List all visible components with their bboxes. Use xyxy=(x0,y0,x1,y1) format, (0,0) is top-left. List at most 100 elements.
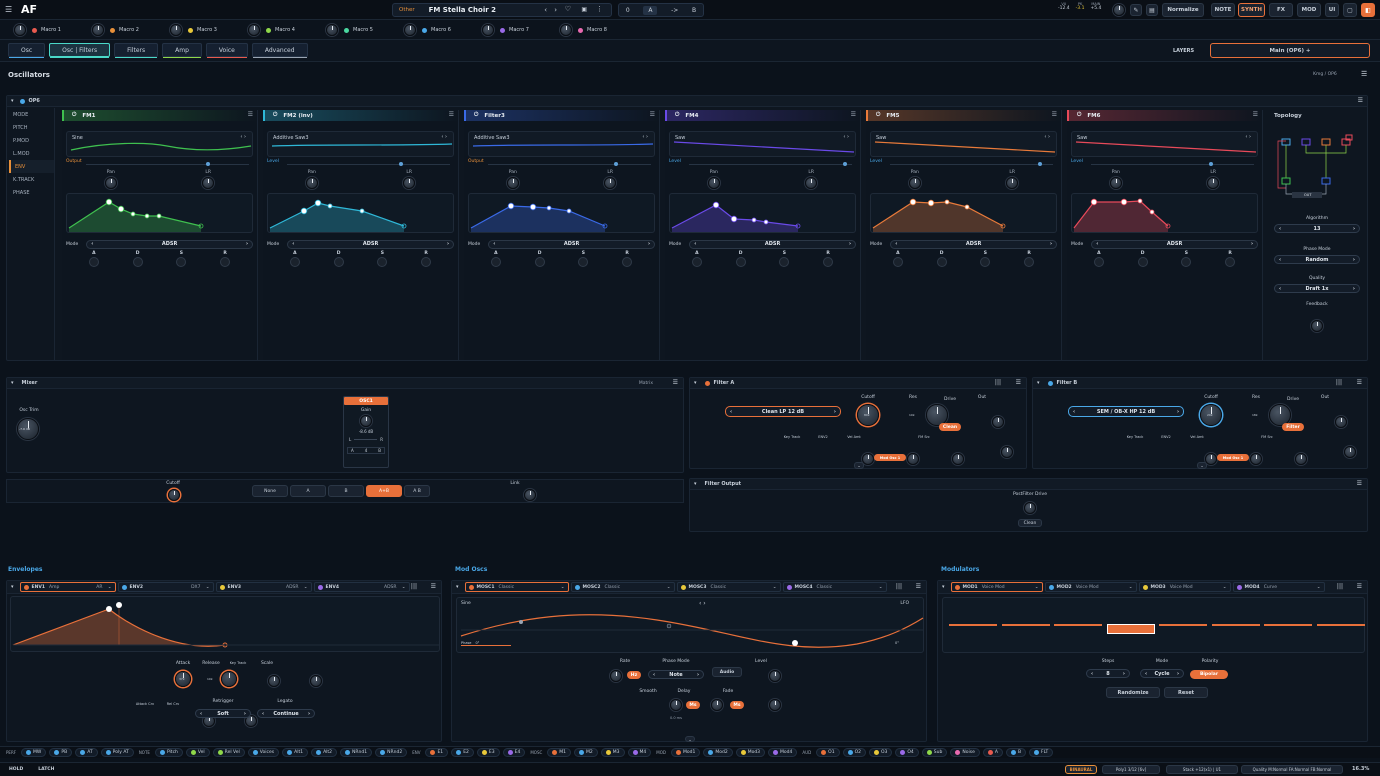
tab-chevron-icon[interactable]: ⌄ xyxy=(1223,585,1227,590)
operator-menu-icon[interactable]: ☰ xyxy=(449,111,454,118)
tab-osc[interactable]: Osc xyxy=(8,43,46,58)
window-icon[interactable]: ▢ xyxy=(1343,3,1357,17)
macro-4[interactable]: Macro 4 xyxy=(248,24,326,36)
operator-header[interactable]: ⏻ FM2 (inv) ☰ xyxy=(263,110,458,121)
pan-knob[interactable] xyxy=(707,177,720,189)
mod-source-mod4[interactable]: Mod4 xyxy=(768,748,798,757)
mode-note-button[interactable]: NOTE xyxy=(1211,3,1235,17)
ab-send[interactable]: A4B xyxy=(347,447,385,454)
mod-source-mod1[interactable]: Mod1 xyxy=(670,748,701,757)
postfilter-drive-knob[interactable] xyxy=(1024,502,1036,514)
level-slider[interactable]: Output xyxy=(468,159,655,169)
sidebar-item-phase[interactable]: PHASE xyxy=(9,186,54,199)
lr-knob[interactable] xyxy=(202,177,215,189)
filter-b-collapse-icon[interactable]: ▾ xyxy=(1037,380,1040,386)
level-handle[interactable] xyxy=(843,162,847,166)
level-handle[interactable] xyxy=(399,162,403,166)
adsr-knob[interactable] xyxy=(289,257,300,267)
tab-chevron-icon[interactable]: ⌄ xyxy=(206,585,210,590)
mod-source-mod2[interactable]: Mod2 xyxy=(703,748,733,757)
lr-knob[interactable] xyxy=(805,177,818,189)
pan-knob[interactable] xyxy=(506,177,519,189)
tab-amp[interactable]: Amp xyxy=(162,43,202,58)
envelopes-tab-3[interactable]: ENV3 ADSR ⌄ xyxy=(215,582,312,592)
step-bar[interactable] xyxy=(1159,624,1207,626)
macro-5[interactable]: Macro 5 xyxy=(326,24,404,36)
mod-source-o2[interactable]: O2 xyxy=(842,748,866,757)
operator-menu-icon[interactable]: ☰ xyxy=(851,111,856,118)
waveform-nav-icon[interactable]: ‹ › xyxy=(1245,134,1251,140)
macro-2[interactable]: Macro 2 xyxy=(92,24,170,36)
power-icon[interactable]: ⏻ xyxy=(474,112,478,119)
prev-preset-icon[interactable]: ‹ xyxy=(544,6,547,14)
filter-b-velamt-knob[interactable] xyxy=(1294,453,1307,465)
modulators-tab-3[interactable]: MOD3 Voice Mod ⌄ xyxy=(1138,582,1231,592)
adsr-knob[interactable] xyxy=(1181,257,1192,267)
operator-menu-icon[interactable]: ☰ xyxy=(1253,111,1258,118)
power-icon[interactable]: ⏻ xyxy=(1077,112,1081,119)
envelopes-tab-1[interactable]: ENV1 Amp AR ⌄ xyxy=(19,582,116,592)
level-handle[interactable] xyxy=(1209,162,1213,166)
mod-source-o3[interactable]: O3 xyxy=(868,748,893,757)
filter-b-drive-mode[interactable]: Filter xyxy=(1282,423,1304,431)
tab-osc-filters[interactable]: Osc | Filters xyxy=(49,43,111,58)
mixer-mode[interactable]: Matrix xyxy=(639,381,653,386)
adsr-knob[interactable] xyxy=(823,257,834,267)
envelope-graph[interactable] xyxy=(468,193,655,233)
mode-fx-button[interactable]: FX xyxy=(1269,3,1293,17)
waveform-nav-icon[interactable]: ‹ › xyxy=(642,134,648,140)
route-ab-button[interactable]: A+B xyxy=(366,485,402,497)
mod-source-vel[interactable]: Vel xyxy=(185,748,210,757)
tuning-icon[interactable]: ✎ xyxy=(1130,4,1142,16)
adsr-knob[interactable] xyxy=(980,257,991,267)
waveform-display[interactable]: Additive Saw3 ‹ › xyxy=(468,131,655,157)
tab-chevron-icon[interactable]: ⌄ xyxy=(879,585,883,590)
tab-chevron-icon[interactable]: ⌄ xyxy=(402,585,406,590)
mod-source-voices[interactable]: Voices xyxy=(247,748,280,757)
reset-button[interactable]: Reset xyxy=(1164,687,1208,698)
hold-button[interactable]: HOLD xyxy=(9,767,23,772)
adsr-knob[interactable] xyxy=(377,257,388,267)
postfilter-mode[interactable]: Clean xyxy=(1018,519,1042,527)
save-icon[interactable]: ▣ xyxy=(581,6,587,13)
mosc-phase-mode-selector[interactable]: ‹ Note › xyxy=(648,670,704,679)
level-handle[interactable] xyxy=(614,162,618,166)
mosc-level-knob[interactable] xyxy=(768,670,781,682)
step-bar[interactable] xyxy=(1316,624,1365,626)
filter-b-bars-icon[interactable]: ||| xyxy=(1336,379,1342,386)
power-icon[interactable]: ⏻ xyxy=(675,112,679,119)
poly-status[interactable]: Poly1 3/12 [6v] xyxy=(1102,765,1160,774)
tab-chevron-icon[interactable]: ⌄ xyxy=(667,585,671,590)
quality-selector[interactable]: ‹ Draft 1x › xyxy=(1274,284,1360,293)
operator-menu-icon[interactable]: ☰ xyxy=(248,111,253,118)
tab-chevron-icon[interactable]: ⌄ xyxy=(561,585,565,590)
filter-b-env2-knob[interactable] xyxy=(1249,453,1262,465)
osc1-header[interactable]: OSC1 xyxy=(344,397,388,405)
mod-source-a[interactable]: A xyxy=(982,748,1003,757)
waveform-nav-icon[interactable]: ‹ › xyxy=(1044,134,1050,140)
pan-knob[interactable] xyxy=(104,177,117,189)
env-scale-knob[interactable] xyxy=(309,675,322,687)
env-keytrack-knob[interactable] xyxy=(267,675,280,687)
envelope-mode-selector[interactable]: ‹ ADSR › xyxy=(488,239,655,249)
macro-8[interactable]: Macro 8 xyxy=(560,24,638,36)
macro-knob[interactable] xyxy=(482,24,494,36)
more-icon[interactable]: ⋮ xyxy=(596,5,603,13)
operator-menu-icon[interactable]: ☰ xyxy=(650,111,655,118)
filter-a-collapse-icon[interactable]: ▾ xyxy=(694,380,697,386)
step-bar[interactable] xyxy=(1054,624,1102,626)
operator-header[interactable]: ⏻ FM4 ☰ xyxy=(665,110,860,121)
mosc-phase-end[interactable]: 0° xyxy=(895,641,899,645)
filter-a-type[interactable]: ‹ Clean LP 12 dB › xyxy=(725,406,841,417)
phase-mode-selector[interactable]: ‹ Random › xyxy=(1274,255,1360,264)
normalize-button[interactable]: Normalize xyxy=(1162,3,1204,17)
filter-a-menu-icon[interactable]: ☰ xyxy=(1016,379,1021,386)
power-icon[interactable]: ⏻ xyxy=(72,112,76,119)
pan-knob[interactable] xyxy=(908,177,921,189)
pan-row[interactable]: LR xyxy=(344,437,388,442)
waveform-display[interactable]: Additive Saw3 ‹ › xyxy=(267,131,454,157)
steps-selector[interactable]: ‹ 8 › xyxy=(1086,669,1130,678)
ab-b[interactable]: B xyxy=(692,7,696,14)
filter-b-type[interactable]: ‹ SEM / OB-X HP 12 dB › xyxy=(1068,406,1184,417)
mod-source-sub[interactable]: Sub xyxy=(921,748,948,757)
